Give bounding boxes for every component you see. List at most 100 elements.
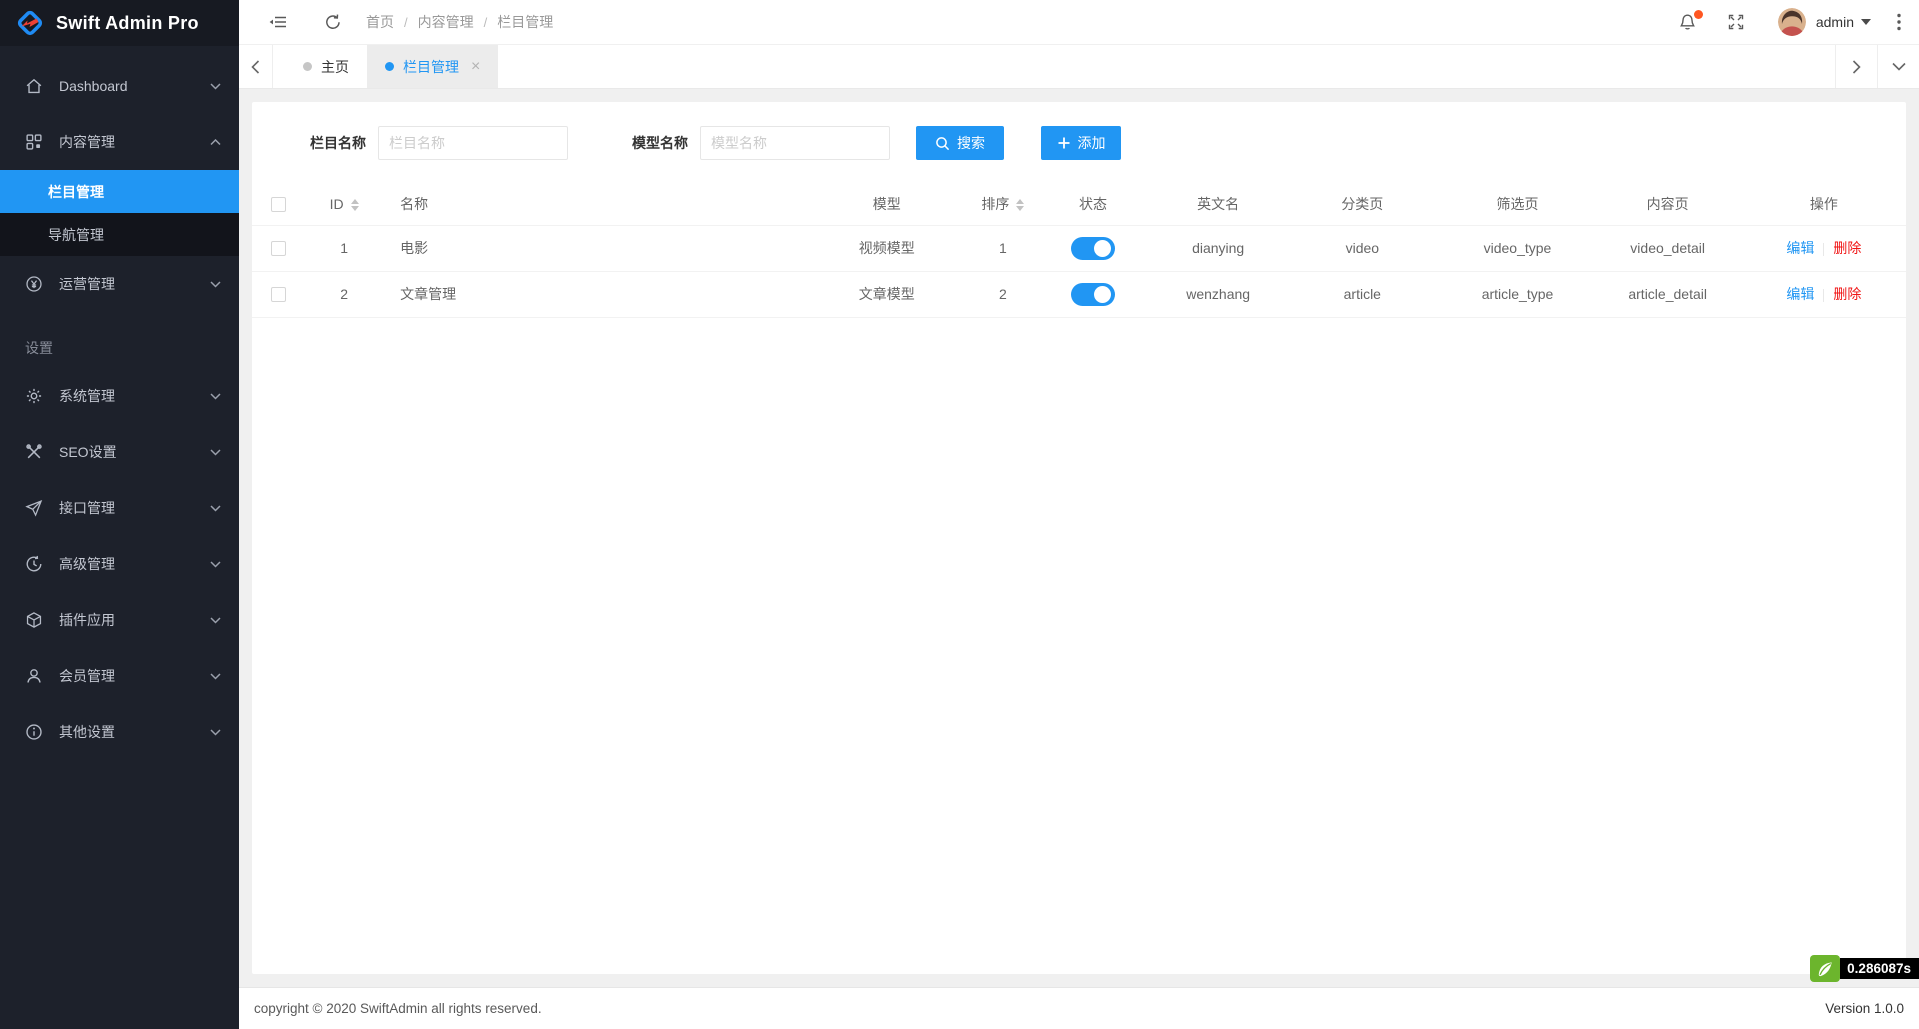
sidebar-section-settings: 设置 — [0, 312, 239, 368]
status-toggle[interactable] — [1071, 283, 1115, 306]
header-category-page: 分类页 — [1341, 196, 1383, 212]
logo[interactable]: Swift Admin Pro — [0, 0, 239, 46]
cell-model: 文章模型 — [859, 286, 915, 302]
cube-icon — [25, 611, 43, 629]
delete-link[interactable]: 删除 — [1833, 240, 1861, 256]
tab-close-icon[interactable]: × — [471, 59, 480, 75]
header-sort: 排序 — [981, 196, 1009, 212]
table-row: 2 文章管理 文章模型 2 wenzhang article article_t… — [252, 271, 1906, 317]
row-checkbox[interactable] — [271, 241, 286, 256]
app-title: Swift Admin Pro — [56, 13, 199, 34]
select-all-checkbox[interactable] — [271, 197, 286, 212]
model-name-input[interactable] — [700, 126, 890, 160]
tabs-menu-chevron-down-icon[interactable] — [1877, 45, 1919, 88]
header-id: ID — [330, 196, 344, 212]
filter-label-model-name: 模型名称 — [632, 133, 688, 153]
sidebar-item-label: 内容管理 — [59, 132, 115, 152]
tab-column-mgmt[interactable]: 栏目管理 × — [367, 45, 498, 88]
chevron-down-icon — [210, 449, 221, 456]
edit-link[interactable]: 编辑 — [1786, 286, 1814, 302]
sidebar-item-advanced-mgmt[interactable]: 高级管理 — [0, 536, 239, 592]
app-root: Swift Admin Pro Dashboard 内容管理 — [0, 0, 1919, 1029]
sidebar-item-api-mgmt[interactable]: 接口管理 — [0, 480, 239, 536]
chevron-down-icon — [210, 505, 221, 512]
breadcrumb-home[interactable]: 首页 — [366, 12, 394, 32]
tab-status-dot — [385, 62, 394, 71]
tabs-scroll-right-icon[interactable] — [1835, 45, 1877, 88]
filter-label-column-name: 栏目名称 — [310, 133, 366, 153]
header-content-page: 内容页 — [1647, 196, 1689, 212]
add-button-label: 添加 — [1078, 133, 1106, 153]
cell-category-page: video — [1346, 240, 1379, 256]
sidebar-item-member-mgmt[interactable]: 会员管理 — [0, 648, 239, 704]
cell-content-page: video_detail — [1630, 240, 1705, 256]
sidebar-item-operation-mgmt[interactable]: 运营管理 — [0, 256, 239, 312]
gear-icon — [25, 387, 43, 405]
username[interactable]: admin — [1816, 14, 1854, 30]
breadcrumb-separator: / — [484, 15, 488, 30]
sidebar-item-seo-settings[interactable]: SEO设置 — [0, 424, 239, 480]
search-button[interactable]: 搜索 — [916, 126, 1004, 160]
cell-content-page: article_detail — [1628, 286, 1707, 302]
header-status: 状态 — [1079, 196, 1107, 212]
footer: copyright © 2020 SwiftAdmin all rights r… — [239, 987, 1919, 1029]
sidebar-item-plugins[interactable]: 插件应用 — [0, 592, 239, 648]
sidebar-item-system-mgmt[interactable]: 系统管理 — [0, 368, 239, 424]
sidebar-item-other-settings[interactable]: 其他设置 — [0, 704, 239, 760]
trace-badge: 0.286087s — [1810, 955, 1919, 982]
open-tabs: 主页 栏目管理 × — [273, 45, 1835, 88]
breadcrumb-content-mgmt[interactable]: 内容管理 — [418, 12, 474, 32]
sidebar-item-label: SEO设置 — [59, 442, 117, 462]
notification-dot — [1694, 10, 1703, 19]
chevron-down-icon — [210, 617, 221, 624]
cell-id: 1 — [340, 240, 348, 256]
action-divider — [1823, 289, 1824, 302]
action-divider — [1823, 243, 1824, 256]
breadcrumb-column-mgmt[interactable]: 栏目管理 — [497, 12, 553, 32]
notification-bell-icon[interactable] — [1678, 13, 1697, 32]
search-button-label: 搜索 — [957, 133, 985, 153]
sidebar-collapse-icon[interactable] — [268, 13, 288, 31]
refresh-icon[interactable] — [324, 13, 342, 31]
sidebar-item-label: 系统管理 — [59, 386, 115, 406]
table-row: 1 电影 视频模型 1 dianying video video_type vi… — [252, 225, 1906, 271]
page-load-time: 0.286087s — [1840, 958, 1919, 979]
tabs-scroll-left-icon[interactable] — [239, 45, 273, 88]
thinkphp-leaf-icon[interactable] — [1810, 955, 1840, 982]
edit-link[interactable]: 编辑 — [1786, 240, 1814, 256]
sort-order-icon[interactable] — [1016, 199, 1024, 211]
copyright-text: copyright © 2020 SwiftAdmin all rights r… — [254, 1001, 542, 1016]
delete-link[interactable]: 删除 — [1833, 286, 1861, 302]
status-toggle[interactable] — [1071, 237, 1115, 260]
row-checkbox[interactable] — [271, 287, 286, 302]
cell-en-name: wenzhang — [1186, 286, 1250, 302]
user-caret-down-icon[interactable] — [1861, 19, 1871, 25]
sidebar-item-label: 插件应用 — [59, 610, 115, 630]
sidebar-item-content-mgmt[interactable]: 内容管理 — [0, 114, 239, 170]
plus-icon — [1057, 136, 1071, 150]
logo-diamond-icon — [15, 8, 45, 38]
sidebar-item-dashboard[interactable]: Dashboard — [0, 58, 239, 114]
sidebar-item-label: 运营管理 — [59, 274, 115, 294]
sidebar-subitem-column-mgmt[interactable]: 栏目管理 — [0, 170, 239, 213]
cell-en-name: dianying — [1192, 240, 1244, 256]
header-name: 名称 — [400, 196, 428, 212]
cell-sort: 2 — [999, 286, 1007, 302]
more-vertical-icon[interactable] — [1897, 13, 1901, 31]
tab-label: 主页 — [321, 57, 349, 77]
chevron-down-icon — [210, 561, 221, 568]
header-filter-page: 筛选页 — [1496, 196, 1538, 212]
sidebar-subitem-nav-mgmt[interactable]: 导航管理 — [0, 213, 239, 256]
tab-home[interactable]: 主页 — [285, 45, 367, 88]
content-card: 栏目名称 模型名称 搜索 添加 — [252, 102, 1906, 974]
sidebar-menu: Dashboard 内容管理 栏目管理 导航管理 — [0, 46, 239, 1029]
content-area: 栏目名称 模型名称 搜索 添加 — [239, 89, 1919, 987]
avatar[interactable] — [1778, 8, 1806, 36]
table-header-row: ID 名称 模型 排序 状态 英文名 分类页 筛选页 内容页 — [252, 183, 1906, 225]
column-name-input[interactable] — [378, 126, 568, 160]
paper-plane-icon — [25, 499, 43, 517]
sort-id-icon[interactable] — [351, 199, 359, 211]
fullscreen-icon[interactable] — [1727, 13, 1745, 31]
cell-name: 文章管理 — [400, 286, 456, 302]
add-button[interactable]: 添加 — [1041, 126, 1121, 160]
